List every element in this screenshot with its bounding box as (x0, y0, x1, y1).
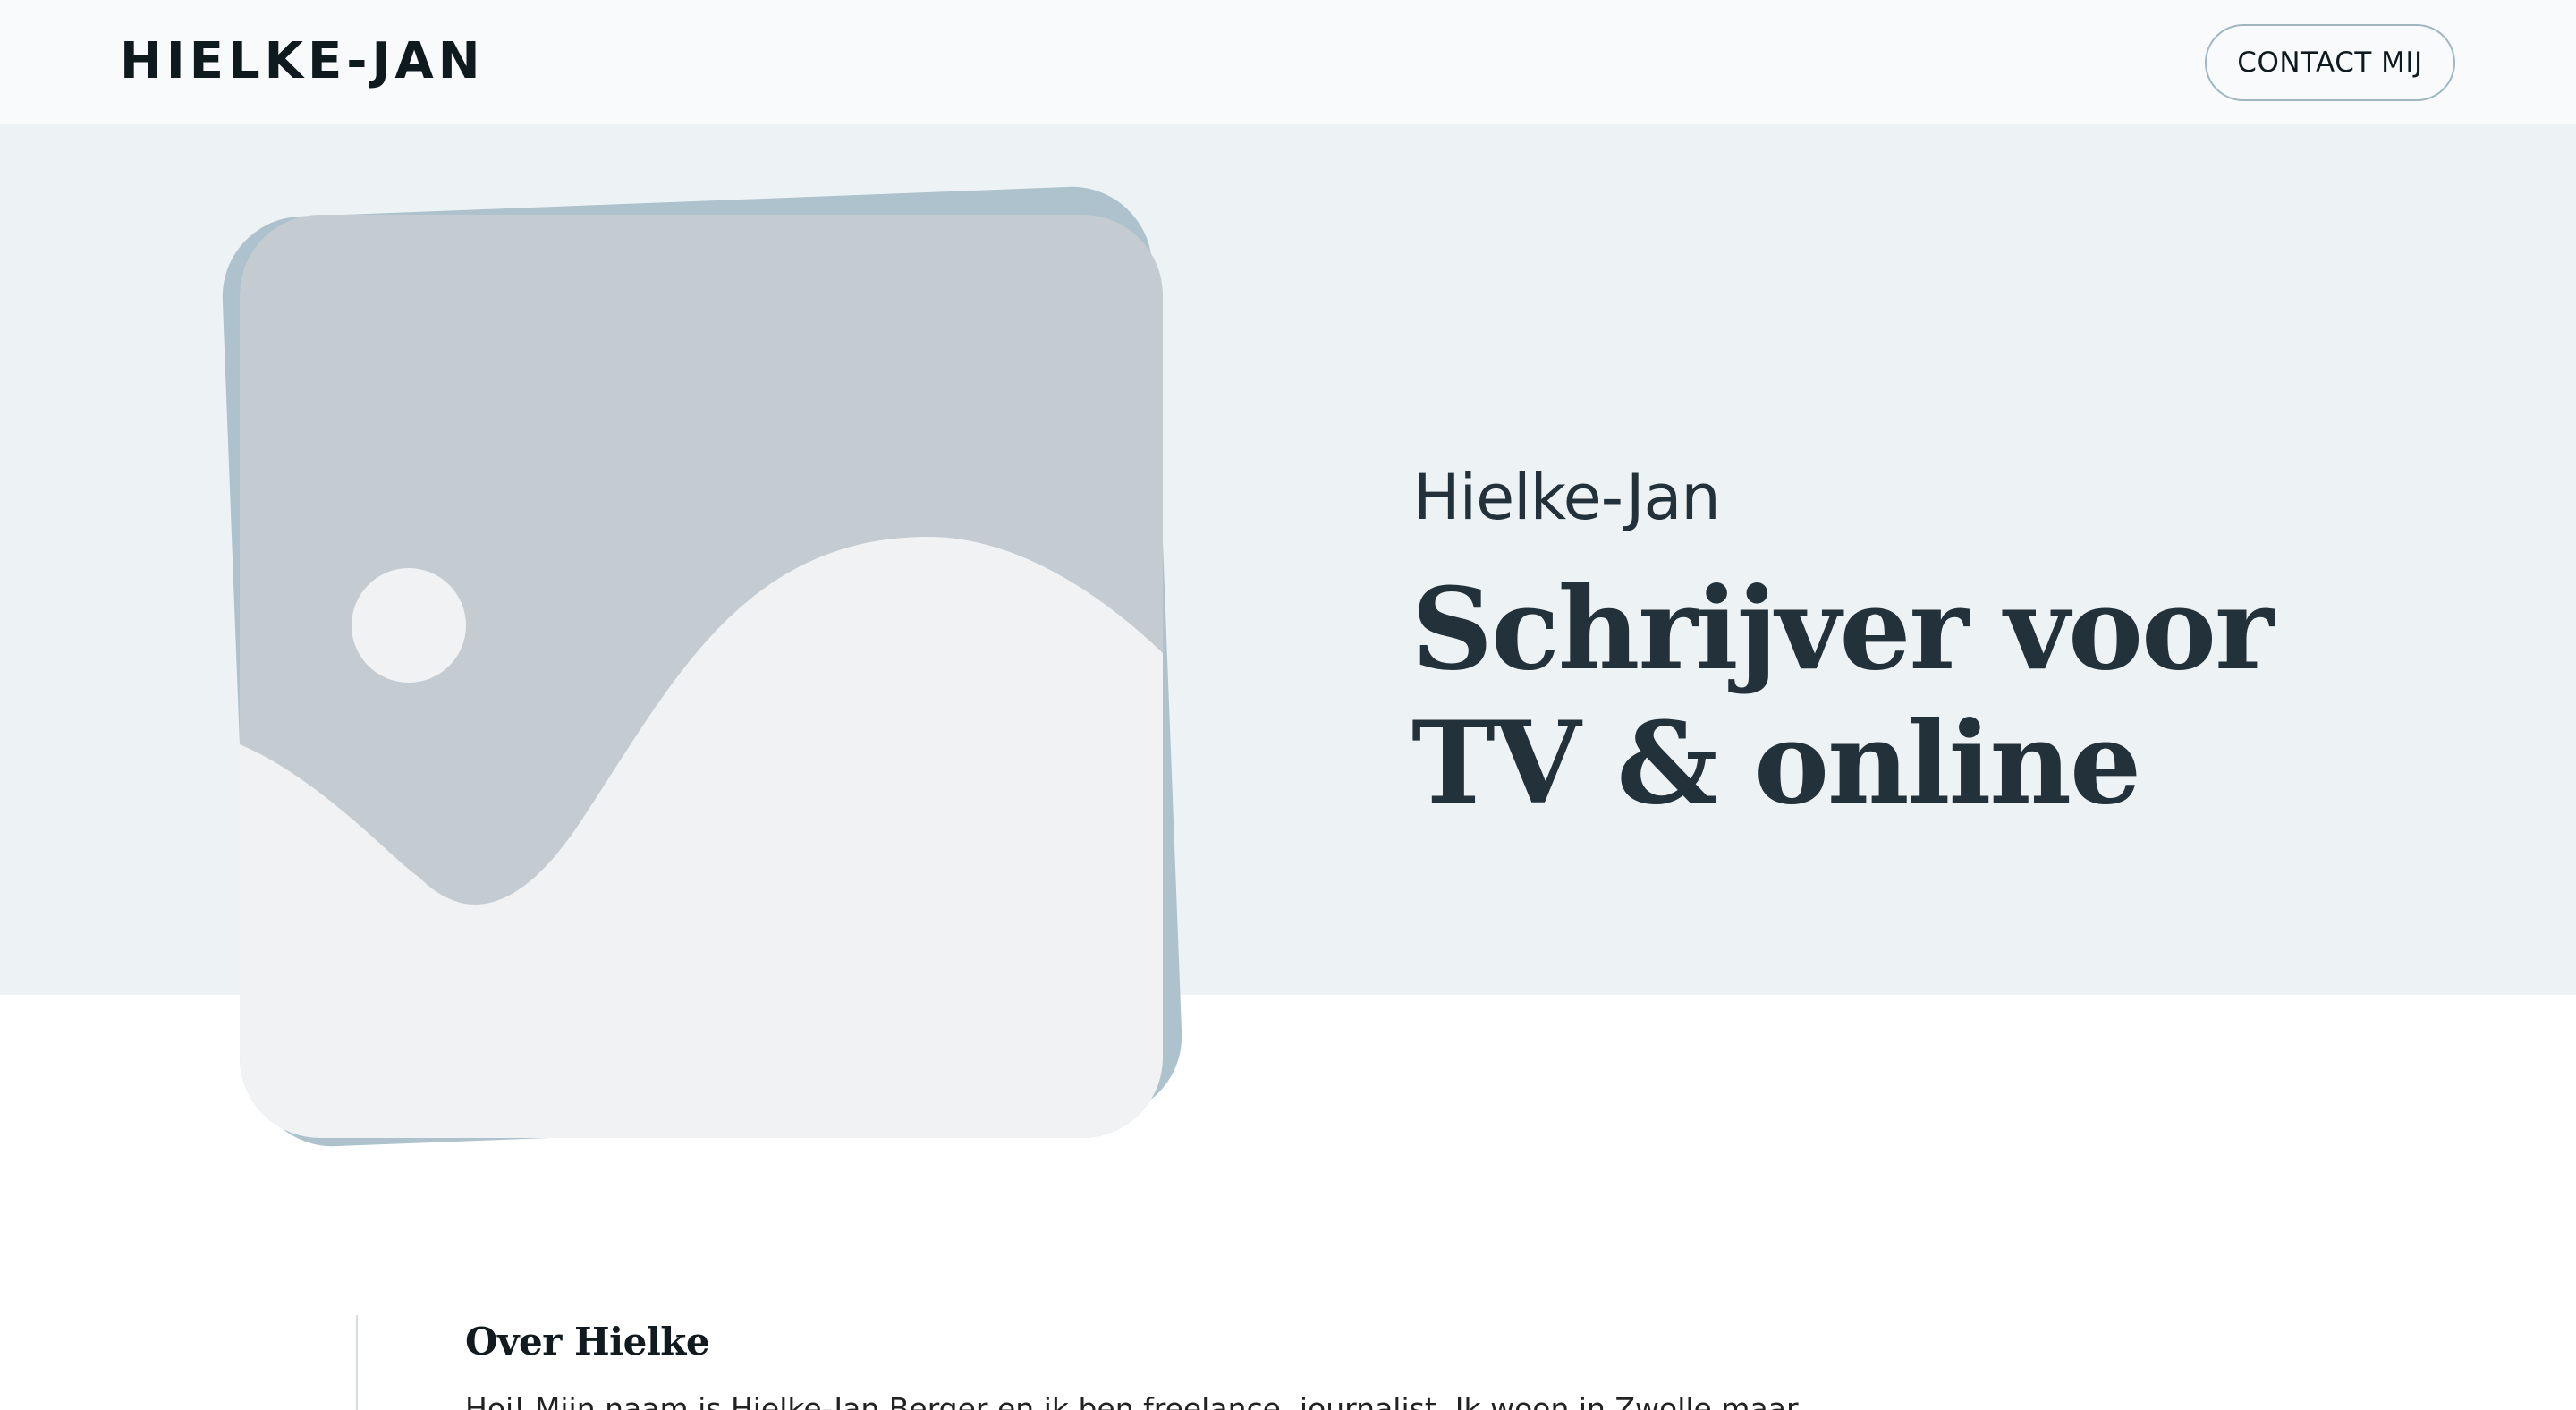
image-placeholder-graphic (240, 215, 1163, 1138)
page: HIELKE-JAN CONTACT MIJ Hielke-Jan Schrij… (0, 0, 2576, 1410)
hero-title: Schrijver voor TV & online (1411, 562, 2306, 830)
contact-button[interactable]: CONTACT MIJ (2205, 24, 2455, 101)
placeholder-sun (352, 568, 466, 683)
hero-title-line1: Schrijver voor (1411, 563, 2274, 695)
hero-title-line2: TV & online (1411, 697, 2141, 829)
about-divider (356, 1315, 358, 1410)
image-placeholder-icon (240, 215, 1163, 1138)
about-heading: Over Hielke (465, 1320, 710, 1363)
about-text: Hoi! Mijn naam is Hielke-Jan Berger en i… (465, 1391, 1824, 1410)
site-logo[interactable]: HIELKE-JAN (120, 30, 485, 93)
hero-name: Hielke-Jan (1413, 461, 1721, 534)
site-header: HIELKE-JAN CONTACT MIJ (0, 0, 2576, 124)
